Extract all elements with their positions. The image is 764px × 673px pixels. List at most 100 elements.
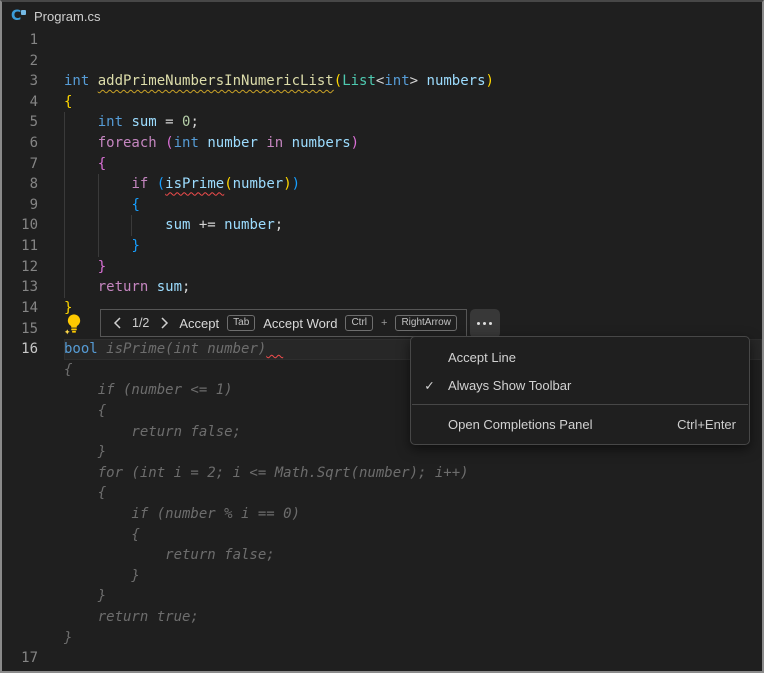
code-token: } (131, 238, 140, 255)
menu-separator (412, 404, 748, 405)
ctrl-key-badge: Ctrl (345, 315, 374, 331)
code-token: int (173, 135, 199, 152)
code-row: 9 { (2, 194, 762, 216)
code-line[interactable]: foreach (int number in numbers) (64, 133, 762, 154)
code-line[interactable]: { (64, 483, 762, 504)
line-number (2, 504, 38, 525)
code-line[interactable]: sum += number; (64, 215, 762, 237)
code-line[interactable]: } (64, 236, 762, 257)
code-row: 13 return sum; (2, 277, 762, 298)
line-number: 10 (21, 217, 38, 234)
code-token: ; (274, 217, 284, 234)
code-line-text: int sum = 0; (64, 114, 199, 130)
code-line[interactable] (64, 30, 762, 51)
accept-button[interactable]: Accept (179, 316, 219, 331)
code-token: { (97, 155, 107, 172)
code-line-text: if (number % i == 0) (64, 506, 300, 522)
code-line[interactable]: for (int i = 2; i <= Math.Sqrt(number); … (64, 463, 762, 484)
code-token: { (64, 361, 73, 378)
code-line[interactable]: { (64, 92, 762, 113)
code-line[interactable]: { (64, 194, 762, 216)
menu-item-open-completions-panel[interactable]: Open Completions Panel Ctrl+Enter (411, 410, 749, 438)
line-number: 6 (29, 135, 38, 152)
code-token: { (64, 485, 107, 502)
menu-item-always-show-toolbar[interactable]: ✓ Always Show Toolbar (411, 371, 749, 399)
line-number (2, 566, 38, 587)
code-line-text: } (64, 568, 139, 584)
code-line-text: { (64, 527, 139, 543)
ghost-code-row: { (2, 483, 762, 504)
code-token: ) (350, 135, 360, 152)
code-token: number (207, 135, 258, 152)
line-number: 2 (29, 52, 38, 69)
line-number: 16 (21, 341, 38, 358)
code-token: isPrime(int number) (106, 341, 267, 358)
code-line[interactable]: { (64, 153, 762, 175)
menu-item-accept-line[interactable]: Accept Line (411, 343, 749, 371)
code-token: number (224, 217, 275, 234)
code-line[interactable]: int addPrimeNumbersInNumericList(List<in… (64, 71, 762, 92)
code-line[interactable]: } (64, 586, 762, 607)
line-number (2, 422, 38, 443)
line-number: 12 (21, 258, 38, 275)
code-line[interactable]: } (64, 628, 762, 649)
next-suggestion-button[interactable] (157, 313, 171, 333)
suggestion-toolbar-body: 1/2 Accept Tab Accept Word Ctrl + RightA… (100, 309, 467, 337)
accept-word-button[interactable]: Accept Word (263, 316, 337, 331)
code-line[interactable] (64, 51, 762, 72)
line-number (2, 586, 38, 607)
code-row: 6 foreach (int number in numbers) (2, 133, 762, 154)
code-line-text: { (64, 362, 72, 378)
code-line[interactable]: if (isPrime(number)) (64, 174, 762, 195)
code-token: ( (224, 176, 233, 193)
code-token: return true; (64, 609, 199, 626)
lightbulb-sparkle-icon[interactable] (63, 313, 85, 335)
code-line[interactable]: return true; (64, 607, 762, 628)
code-token: return (97, 279, 149, 296)
line-number (2, 628, 38, 649)
code-line-text: } (64, 238, 140, 255)
code-token: ) (291, 176, 301, 193)
code-token: } (64, 588, 107, 605)
code-token: int (64, 73, 90, 90)
code-line-text: { (64, 197, 139, 213)
code-token: ) (283, 176, 292, 193)
code-token: int (384, 73, 410, 90)
code-line[interactable] (64, 648, 762, 669)
code-line[interactable]: if (number % i == 0) (64, 504, 762, 525)
code-token: numbers (291, 135, 351, 152)
code-line[interactable]: } (64, 566, 762, 587)
ghost-code-row: { (2, 525, 762, 546)
code-line[interactable]: } (64, 442, 762, 463)
title-bar: C Program.cs (2, 2, 762, 30)
line-number: 13 (21, 279, 38, 296)
code-row: 4{ (2, 92, 762, 113)
code-line[interactable]: } (64, 256, 762, 278)
code-line[interactable]: return false; (64, 545, 762, 566)
code-token: return false; (64, 547, 275, 564)
line-number: 14 (21, 299, 38, 316)
code-token: ; (182, 279, 191, 296)
plus-separator: + (381, 317, 388, 329)
code-line[interactable]: return sum; (64, 277, 762, 298)
line-number (2, 607, 38, 628)
line-number (2, 360, 38, 381)
code-token: sum (156, 279, 183, 296)
code-token: if (number <= 1) (64, 382, 233, 399)
code-token: } (97, 258, 107, 275)
code-token: int (97, 114, 124, 131)
code-line-text: { (64, 485, 106, 501)
line-number: 8 (29, 176, 38, 193)
more-actions-button[interactable] (469, 309, 500, 338)
previous-suggestion-button[interactable] (110, 313, 124, 333)
code-token: ; (190, 114, 199, 131)
code-line[interactable]: int sum = 0; (64, 112, 762, 134)
code-row: 5 int sum = 0; (2, 112, 762, 134)
code-row: 7 { (2, 153, 762, 175)
code-line[interactable]: { (64, 525, 762, 546)
code-token: numbers (426, 73, 486, 90)
